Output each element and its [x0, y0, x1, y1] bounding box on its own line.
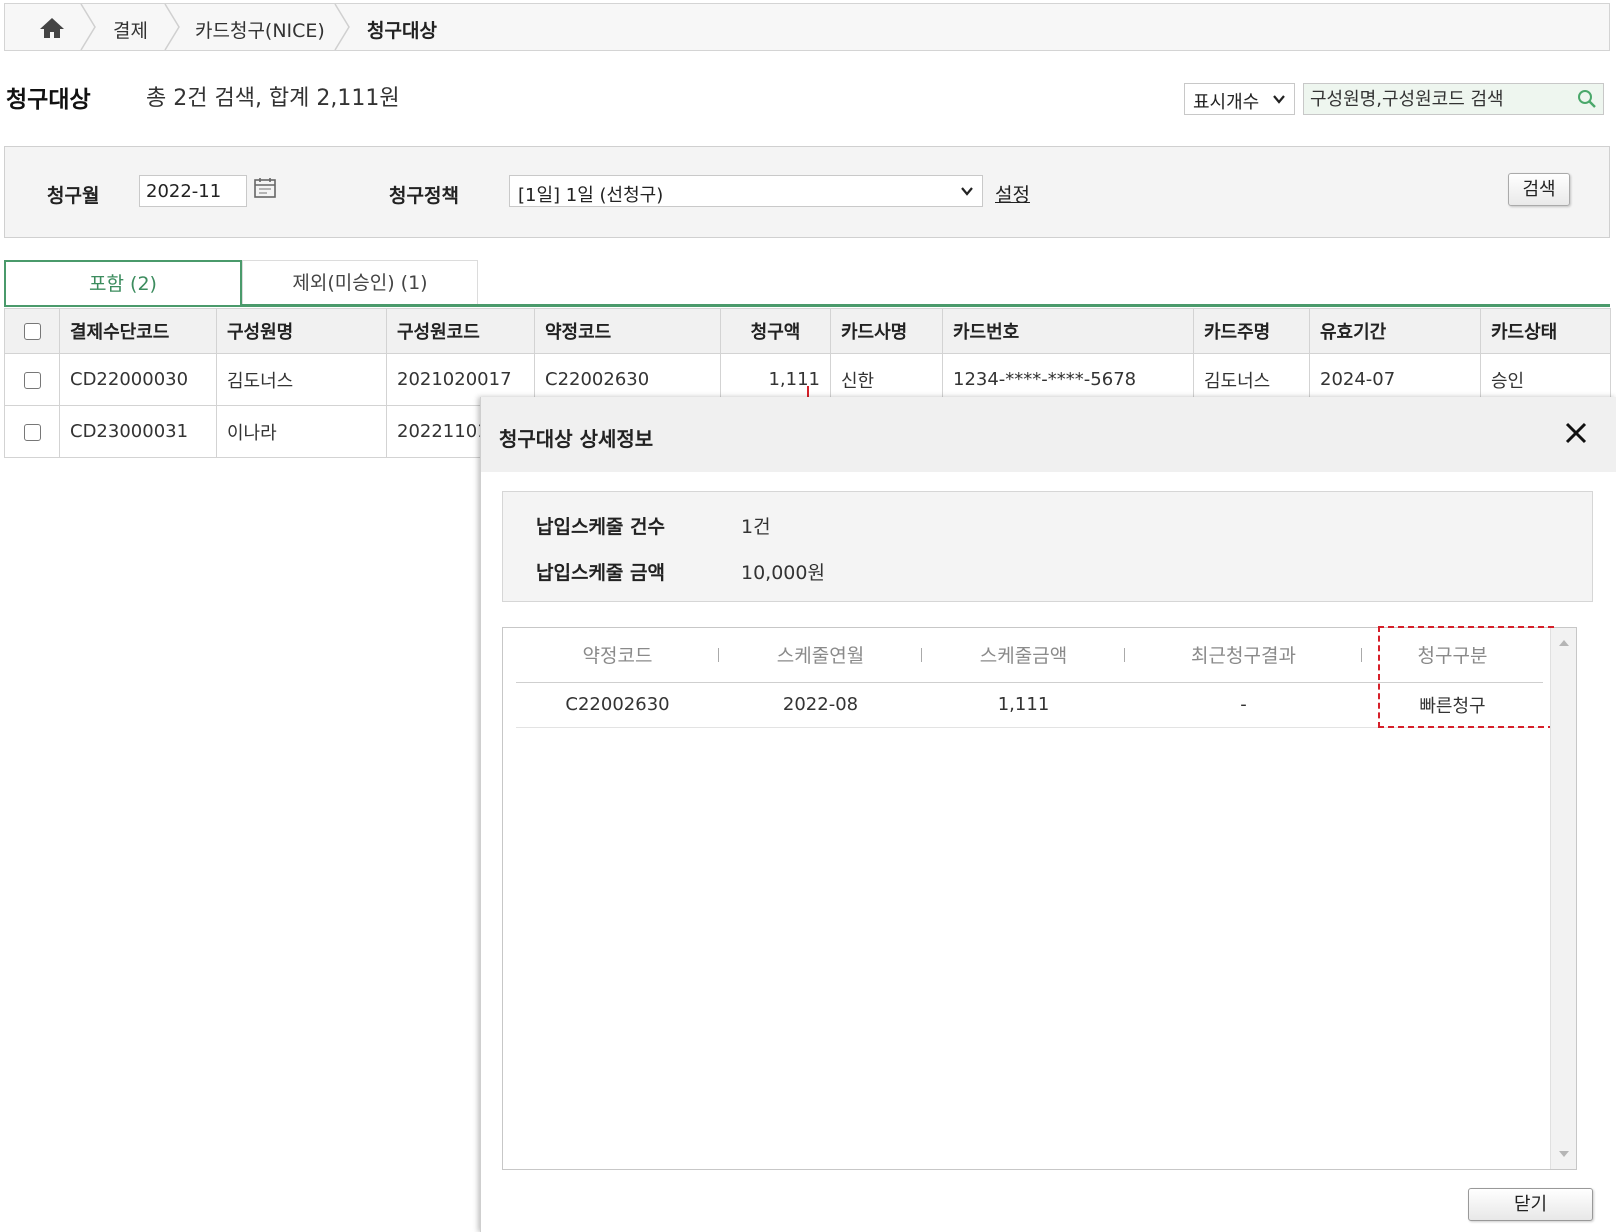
- chevron-down-icon: [1273, 95, 1285, 104]
- table-cell: 김도너스: [216, 353, 387, 406]
- modal-close-button[interactable]: 닫기: [1468, 1188, 1593, 1221]
- col-header[interactable]: 카드상태: [1480, 308, 1611, 354]
- billing-policy-label: 청구정책: [389, 185, 459, 207]
- schedule-row[interactable]: C22002630 2022-08 1,111 - 빠른청구: [516, 682, 1543, 728]
- table-cell: CD23000031: [59, 405, 217, 458]
- schedule-col-header[interactable]: 약정코드: [516, 628, 719, 683]
- schedule-count-value: 1건: [741, 516, 771, 538]
- schedule-col-header-label: 청구구분: [1417, 645, 1488, 668]
- billing-policy-value: [1일] 1일 (선청구): [518, 185, 664, 206]
- close-icon[interactable]: [1562, 419, 1590, 447]
- schedule-col-header-label: 스케줄금액: [979, 645, 1068, 668]
- select-all-cell: [4, 308, 60, 354]
- schedule-cell: 1,111: [922, 682, 1125, 728]
- schedule-table: 약정코드 스케줄연월 스케줄금액 최근청구결과 청구구분 C22002630 2…: [516, 628, 1543, 728]
- schedule-col-header[interactable]: 청구구분: [1362, 628, 1543, 683]
- schedule-col-header-label: 스케줄연월: [776, 645, 865, 668]
- breadcrumb-item-card-billing[interactable]: 카드청구(NICE): [195, 16, 325, 43]
- col-header[interactable]: 약정코드: [534, 308, 721, 354]
- search-button[interactable]: 검색: [1508, 173, 1570, 206]
- row-select-cell: [4, 405, 60, 458]
- col-header[interactable]: 유효기간: [1309, 308, 1481, 354]
- breadcrumb-item-billing-target: 청구대상: [367, 20, 437, 42]
- calendar-icon[interactable]: [253, 177, 277, 199]
- schedule-header-row: 약정코드 스케줄연월 스케줄금액 최근청구결과 청구구분: [516, 628, 1543, 683]
- modal-header: 청구대상 상세정보: [481, 397, 1616, 472]
- policy-settings-link[interactable]: 설정: [995, 180, 1030, 207]
- schedule-col-header-label: 약정코드: [582, 645, 653, 668]
- table-header-row: 결제수단코드 구성원명 구성원코드 약정코드 청구액 카드사명 카드번호 카드주…: [4, 308, 1611, 354]
- member-search-input[interactable]: [1304, 84, 1564, 114]
- breadcrumb-separator: [334, 4, 350, 50]
- schedule-count-label: 납입스케줄 건수: [536, 516, 665, 538]
- schedule-cell: 2022-08: [719, 682, 922, 728]
- home-icon[interactable]: [39, 17, 65, 39]
- col-header[interactable]: 카드번호: [942, 308, 1194, 354]
- col-header[interactable]: 카드사명: [830, 308, 943, 354]
- billing-month-label: 청구월: [47, 185, 100, 207]
- filter-panel: 청구월 2022-11 청구정책 [1일] 1일 (선청구) 설정 검색: [4, 146, 1610, 238]
- scroll-up-icon[interactable]: [1557, 638, 1571, 648]
- col-header[interactable]: 청구액: [720, 308, 831, 354]
- vertical-scrollbar[interactable]: [1550, 628, 1576, 1169]
- billing-policy-select[interactable]: [1일] 1일 (선청구): [509, 175, 983, 207]
- table-cell: 이나라: [216, 405, 387, 458]
- page-summary: 총 2건 검색, 합계 2,111원: [146, 86, 400, 111]
- scroll-down-icon[interactable]: [1557, 1149, 1571, 1159]
- schedule-col-header-label: 최근청구결과: [1191, 645, 1296, 668]
- select-all-checkbox[interactable]: [23, 323, 41, 340]
- col-header[interactable]: 카드주명: [1193, 308, 1310, 354]
- schedule-col-header[interactable]: 최근청구결과: [1125, 628, 1362, 683]
- schedule-col-header[interactable]: 스케줄연월: [719, 628, 922, 683]
- row-select-cell: [4, 353, 60, 406]
- member-search-box: [1303, 83, 1604, 115]
- tab-included[interactable]: 포함 (2): [4, 260, 242, 305]
- schedule-cell: C22002630: [516, 682, 719, 728]
- schedule-amount-label: 납입스케줄 금액: [536, 562, 665, 584]
- tab-excluded[interactable]: 제외(미승인) (1): [242, 260, 478, 305]
- col-header[interactable]: 결제수단코드: [59, 308, 217, 354]
- breadcrumb-separator: [164, 4, 180, 50]
- schedule-cell: 빠른청구: [1362, 682, 1543, 728]
- schedule-cell: -: [1125, 682, 1362, 728]
- breadcrumb: 결제 카드청구(NICE) 청구대상: [4, 3, 1610, 51]
- breadcrumb-item-payment[interactable]: 결제: [113, 16, 148, 43]
- col-header[interactable]: 구성원명: [216, 308, 387, 354]
- billing-target-detail-modal: 청구대상 상세정보 납입스케줄 건수 1건 납입스케줄 금액 10,000원 약…: [480, 397, 1616, 1232]
- col-header[interactable]: 구성원코드: [386, 308, 535, 354]
- page-title: 청구대상: [6, 87, 91, 113]
- row-checkbox[interactable]: [23, 371, 41, 389]
- row-checkbox[interactable]: [23, 423, 41, 441]
- schedule-summary-box: 납입스케줄 건수 1건 납입스케줄 금액 10,000원: [502, 491, 1593, 602]
- chevron-down-icon: [961, 187, 973, 196]
- search-icon[interactable]: [1577, 89, 1597, 109]
- modal-title: 청구대상 상세정보: [499, 427, 654, 451]
- schedule-amount-value: 10,000원: [741, 562, 825, 584]
- breadcrumb-separator: [80, 4, 96, 50]
- schedule-col-header[interactable]: 스케줄금액: [922, 628, 1125, 683]
- rows-per-page-select[interactable]: 표시개수: [1184, 83, 1295, 115]
- tab-underline: [4, 304, 1610, 307]
- billing-month-input[interactable]: 2022-11: [139, 175, 247, 207]
- schedule-detail-grid: 약정코드 스케줄연월 스케줄금액 최근청구결과 청구구분 C22002630 2…: [502, 626, 1577, 1170]
- rows-per-page-label: 표시개수: [1193, 92, 1260, 113]
- table-cell: CD22000030: [59, 353, 217, 406]
